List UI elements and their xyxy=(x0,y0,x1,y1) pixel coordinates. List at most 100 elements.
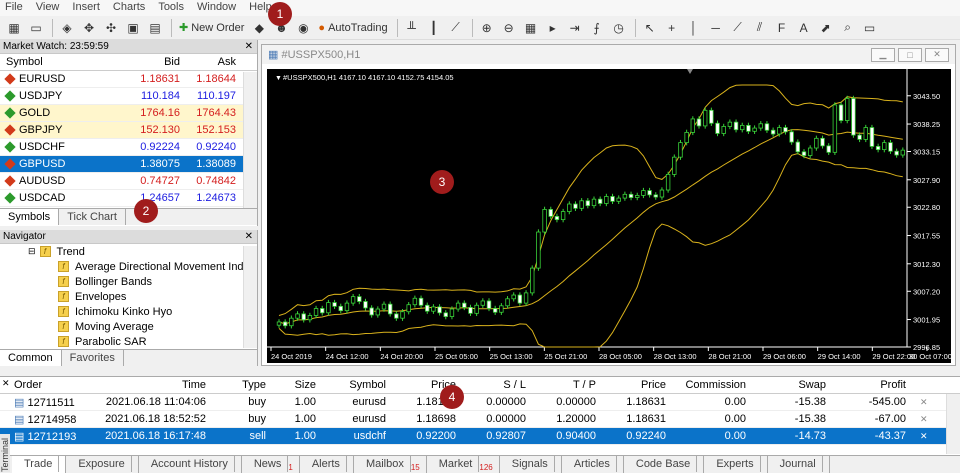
market-watch-row[interactable]: GOLD 1764.16 1764.43 xyxy=(0,105,257,122)
tab-journal[interactable]: Journal xyxy=(768,456,830,473)
tab-news[interactable]: News 1 xyxy=(242,456,300,473)
menu-view[interactable]: View xyxy=(31,0,68,16)
column-header[interactable]: Price xyxy=(604,379,674,391)
column-header[interactable]: Size xyxy=(274,379,324,391)
channel-icon[interactable]: ⫽ xyxy=(750,18,770,38)
close-order-icon[interactable]: ✕ xyxy=(920,414,928,425)
new-chart-icon[interactable]: ▦ xyxy=(4,18,24,38)
tab-market[interactable]: Market 126 xyxy=(427,456,500,473)
column-header[interactable]: Symbol xyxy=(324,379,394,391)
trade-row[interactable]: ▤ 12711511 2021.06.18 11:04:06 buy 1.00 euru… xyxy=(0,394,960,411)
market-watch-row[interactable]: AUDUSD 0.74727 0.74842 xyxy=(0,173,257,190)
zoom-in-icon[interactable]: ⊕ xyxy=(477,18,497,38)
terminal-icon[interactable]: ▣ xyxy=(123,18,143,38)
tab-alerts[interactable]: Alerts xyxy=(300,456,354,473)
crosshair-icon[interactable]: + xyxy=(662,18,682,38)
candlestick-icon[interactable]: ┃ xyxy=(424,18,444,38)
column-ask[interactable]: Ask xyxy=(180,56,236,68)
periods-icon[interactable]: ◷ xyxy=(609,18,629,38)
navigator-item[interactable]: f Bollinger Bands xyxy=(0,274,257,289)
tab-exposure[interactable]: Exposure xyxy=(66,456,139,473)
menu-window[interactable]: Window xyxy=(192,0,244,16)
menu-insert[interactable]: Insert xyxy=(67,0,108,16)
chart-shift-icon[interactable]: ⇥ xyxy=(565,18,585,38)
close-window-button[interactable]: ✕ xyxy=(925,47,949,62)
navigator-scrollbar[interactable] xyxy=(243,246,257,348)
chat-icon[interactable]: ▭ xyxy=(860,18,880,38)
close-icon[interactable]: ✕ xyxy=(245,231,253,242)
navigator-item[interactable]: f Parabolic SAR xyxy=(0,334,257,349)
column-header[interactable]: Type xyxy=(214,379,274,391)
indicators-icon[interactable]: ⨍ xyxy=(587,18,607,38)
market-watch-row[interactable]: GBPUSD 1.38075 1.38089 xyxy=(0,156,257,173)
column-bid[interactable]: Bid xyxy=(125,56,180,68)
metaeditor-icon[interactable]: ◆ xyxy=(249,18,269,38)
trendline-icon[interactable]: ⟋ xyxy=(728,18,748,38)
horizontal-line-icon[interactable]: ─ xyxy=(706,18,726,38)
strategy-tester-icon[interactable]: ▤ xyxy=(145,18,165,38)
column-header[interactable]: Order xyxy=(14,379,94,391)
navigator-group-trend[interactable]: ⊟ f Trend xyxy=(0,244,257,259)
column-symbol[interactable]: Symbol xyxy=(0,56,125,68)
tab-mailbox[interactable]: Mailbox 15 xyxy=(354,456,427,473)
navigator-icon[interactable]: ✣ xyxy=(101,18,121,38)
tab-symbols[interactable]: Symbols xyxy=(0,209,60,225)
menu-charts[interactable]: Charts xyxy=(108,0,153,16)
bar-chart-icon[interactable]: ╨ xyxy=(402,18,422,38)
tab-common[interactable]: Common xyxy=(0,350,62,366)
cursor-icon[interactable]: ↖ xyxy=(640,18,660,38)
vertical-line-icon[interactable]: │ xyxy=(684,18,704,38)
market-watch-icon[interactable]: ◈ xyxy=(57,18,77,38)
tile-windows-icon[interactable]: ▦ xyxy=(521,18,541,38)
column-header[interactable]: T / P xyxy=(534,379,604,391)
line-chart-icon[interactable]: ⟋ xyxy=(446,18,466,38)
close-order-icon[interactable]: ✕ xyxy=(920,397,928,408)
signals-icon[interactable]: ◉ xyxy=(293,18,313,38)
data-window-icon[interactable]: ✥ xyxy=(79,18,99,38)
market-watch-row[interactable]: USDCHF 0.92224 0.92240 xyxy=(0,139,257,156)
tab-signals[interactable]: Signals xyxy=(500,456,562,473)
market-watch-row[interactable]: USDJPY 110.184 110.197 xyxy=(0,88,257,105)
trade-row[interactable]: ▤ 12714958 2021.06.18 18:52:52 buy 1.00 euru… xyxy=(0,411,960,428)
navigator-item[interactable]: f Ichimoku Kinko Hyo xyxy=(0,304,257,319)
tab-code-base[interactable]: Code Base xyxy=(624,456,705,473)
column-header[interactable]: Swap xyxy=(754,379,834,391)
column-header[interactable]: Profit xyxy=(834,379,914,391)
fibonacci-icon[interactable]: F xyxy=(772,18,792,38)
column-header[interactable]: Time xyxy=(94,379,214,391)
market-watch-scrollbar[interactable] xyxy=(243,72,257,209)
tab-trade[interactable]: Trade xyxy=(12,456,67,473)
close-icon[interactable]: ✕ xyxy=(245,41,253,52)
price-chart[interactable]: #USSPX500,H1 4167.10 4167.10 4152.75 415… xyxy=(267,69,951,363)
navigator-item[interactable]: f Average Directional Movement Index xyxy=(0,259,257,274)
terminal-scrollbar[interactable] xyxy=(946,394,960,454)
zoom-out-icon[interactable]: ⊖ xyxy=(499,18,519,38)
search-icon[interactable]: ⌕ xyxy=(838,18,858,38)
market-watch-row[interactable]: EURUSD 1.18631 1.18644 xyxy=(0,71,257,88)
tab-articles[interactable]: Articles xyxy=(562,456,624,473)
navigator-item[interactable]: f Moving Average xyxy=(0,319,257,334)
tab-favorites[interactable]: Favorites xyxy=(62,350,124,366)
tab-experts[interactable]: Experts xyxy=(704,456,768,473)
menu-file[interactable]: File xyxy=(0,0,31,16)
close-order-icon[interactable]: ✕ xyxy=(920,431,928,442)
navigator-item[interactable]: f Envelopes xyxy=(0,289,257,304)
arrows-icon[interactable]: ⬈ xyxy=(816,18,836,38)
profiles-icon[interactable]: ▭ xyxy=(26,18,46,38)
new-order-button[interactable]: ✚ New Order xyxy=(176,18,247,38)
autotrading-button[interactable]: ● AutoTrading xyxy=(315,18,390,38)
column-header[interactable]: Commission xyxy=(674,379,754,391)
maximize-button[interactable]: □ xyxy=(898,47,922,62)
collapse-icon[interactable]: ⊟ xyxy=(28,246,36,257)
tab-account-history[interactable]: Account History xyxy=(139,456,242,473)
autoscroll-icon[interactable]: ▸ xyxy=(543,18,563,38)
market-watch-row[interactable]: GBPJPY 152.130 152.153 xyxy=(0,122,257,139)
trade-row[interactable]: ▤ 12712193 2021.06.18 16:17:48 sell 1.00 usd… xyxy=(0,428,960,445)
market-watch-row[interactable]: USDCAD 1.24657 1.24673 xyxy=(0,190,257,207)
menu-tools[interactable]: Tools xyxy=(153,0,192,16)
minimize-button[interactable]: ▁ xyxy=(871,47,895,62)
close-icon[interactable]: ✕ xyxy=(2,378,10,389)
text-icon[interactable]: A xyxy=(794,18,814,38)
column-header[interactable]: S / L xyxy=(464,379,534,391)
tab-tick-chart[interactable]: Tick Chart xyxy=(59,209,126,225)
